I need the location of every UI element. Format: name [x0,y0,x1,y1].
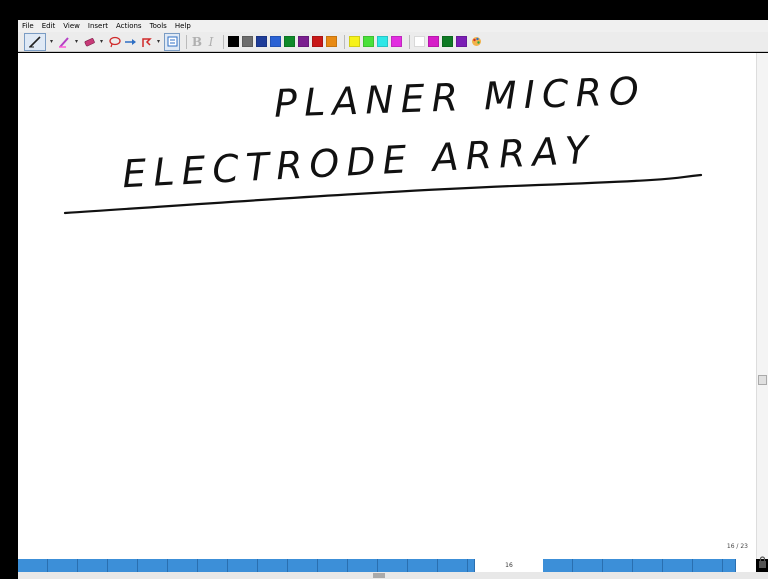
pen-tool-button[interactable] [24,32,46,51]
page-tab[interactable] [318,559,348,572]
color-swatch-dark-blue[interactable] [256,36,267,47]
color-swatch-red[interactable] [312,36,323,47]
color-swatch-lime[interactable] [363,36,374,47]
color-swatch-blue[interactable] [270,36,281,47]
color-swatch-black[interactable] [228,36,239,47]
page-tab[interactable] [633,559,663,572]
toolbar-separator [344,34,345,49]
menu-tools[interactable]: Tools [146,20,171,32]
menu-edit[interactable]: Edit [38,20,60,32]
color-swatch-green[interactable] [284,36,295,47]
highlighter-dropdown[interactable]: ▾ [73,34,80,50]
menu-help[interactable]: Help [171,20,195,32]
page-tab[interactable] [288,559,318,572]
text-box-button[interactable] [164,32,180,51]
pen-icon [29,35,41,48]
color-palette-button[interactable] [470,34,482,50]
page-tabs-after [543,559,736,572]
pointer-icon [142,37,152,47]
page-tab[interactable] [468,559,475,572]
highlighter-icon [59,36,69,48]
vertical-scrollbar[interactable] [756,53,768,559]
page-tab[interactable] [168,559,198,572]
italic-button[interactable]: I [205,34,217,50]
menu-file[interactable]: File [18,20,38,32]
page-tab[interactable] [228,559,258,572]
page-tab[interactable] [138,559,168,572]
color-swatch-dark-green[interactable] [442,36,453,47]
color-swatch-orange[interactable] [326,36,337,47]
page-tab[interactable] [78,559,108,572]
eraser-button[interactable] [82,34,96,50]
toolbar-separator [186,34,187,49]
color-swatch-purple[interactable] [298,36,309,47]
handwritten-title-line1: PLANER MICRO [273,69,646,126]
color-swatch-gray[interactable] [242,36,253,47]
toolbar: ▾ ▾ ▾ ▾ B I [18,32,768,52]
vertical-scroll-thumb[interactable] [758,375,767,385]
pointer-button[interactable] [139,34,153,50]
eraser-icon [84,37,95,46]
highlighter-button[interactable] [57,34,71,50]
palette-icon [471,37,481,46]
page-tab[interactable] [18,559,48,572]
menu-view[interactable]: View [59,20,84,32]
color-swatch-yellow[interactable] [349,36,360,47]
page-tab[interactable] [198,559,228,572]
note-page-canvas[interactable]: PLANER MICRO ELECTRODE ARRAY 16 / 23 [18,53,756,559]
page-tab[interactable] [408,559,438,572]
current-page-indicator[interactable]: 16 [475,559,543,572]
page-tab[interactable] [438,559,468,572]
page-tab[interactable] [348,559,378,572]
handwritten-text-planer-micro: PLANER MICRO [273,69,646,126]
lasso-icon [108,36,121,47]
menu-actions[interactable]: Actions [112,20,146,32]
page-thumbnail-strip: 16 [18,559,756,572]
insert-space-icon [124,38,136,45]
color-swatch-white[interactable] [414,36,425,47]
horizontal-scrollbar[interactable] [18,572,768,579]
menu-bar: File Edit View Insert Actions Tools Help [18,20,768,32]
page-tab[interactable] [603,559,633,572]
page-tab[interactable] [663,559,693,572]
lock-icon[interactable] [758,555,767,571]
lasso-select-button[interactable] [107,34,121,50]
insert-space-button[interactable] [123,34,137,50]
color-swatch-magenta[interactable] [391,36,402,47]
toolbar-separator [409,34,410,49]
pen-dropdown[interactable]: ▾ [48,34,55,50]
page-tab[interactable] [108,559,138,572]
journal-window: File Edit View Insert Actions Tools Help… [0,0,768,579]
toolbar-separator [223,34,224,49]
page-tab[interactable] [693,559,723,572]
page-tab[interactable] [378,559,408,572]
menu-insert[interactable]: Insert [84,20,112,32]
color-swatch-violet[interactable] [456,36,467,47]
page-tabs-before [18,559,475,572]
pointer-dropdown[interactable]: ▾ [155,34,162,50]
text-box-icon [167,36,177,47]
page-counter: 16 / 23 [726,543,748,550]
strip-end [738,559,756,572]
handwriting-layer: PLANER MICRO ELECTRODE ARRAY [63,69,703,215]
bold-button[interactable]: B [191,34,203,50]
horizontal-scroll-thumb[interactable] [373,573,385,578]
color-swatch-cyan[interactable] [377,36,388,47]
page-tab[interactable] [723,559,736,572]
page-tab[interactable] [48,559,78,572]
eraser-dropdown[interactable]: ▾ [98,34,105,50]
page-tab[interactable] [573,559,603,572]
page-tab[interactable] [543,559,573,572]
color-swatch-pink[interactable] [428,36,439,47]
page-tab[interactable] [258,559,288,572]
